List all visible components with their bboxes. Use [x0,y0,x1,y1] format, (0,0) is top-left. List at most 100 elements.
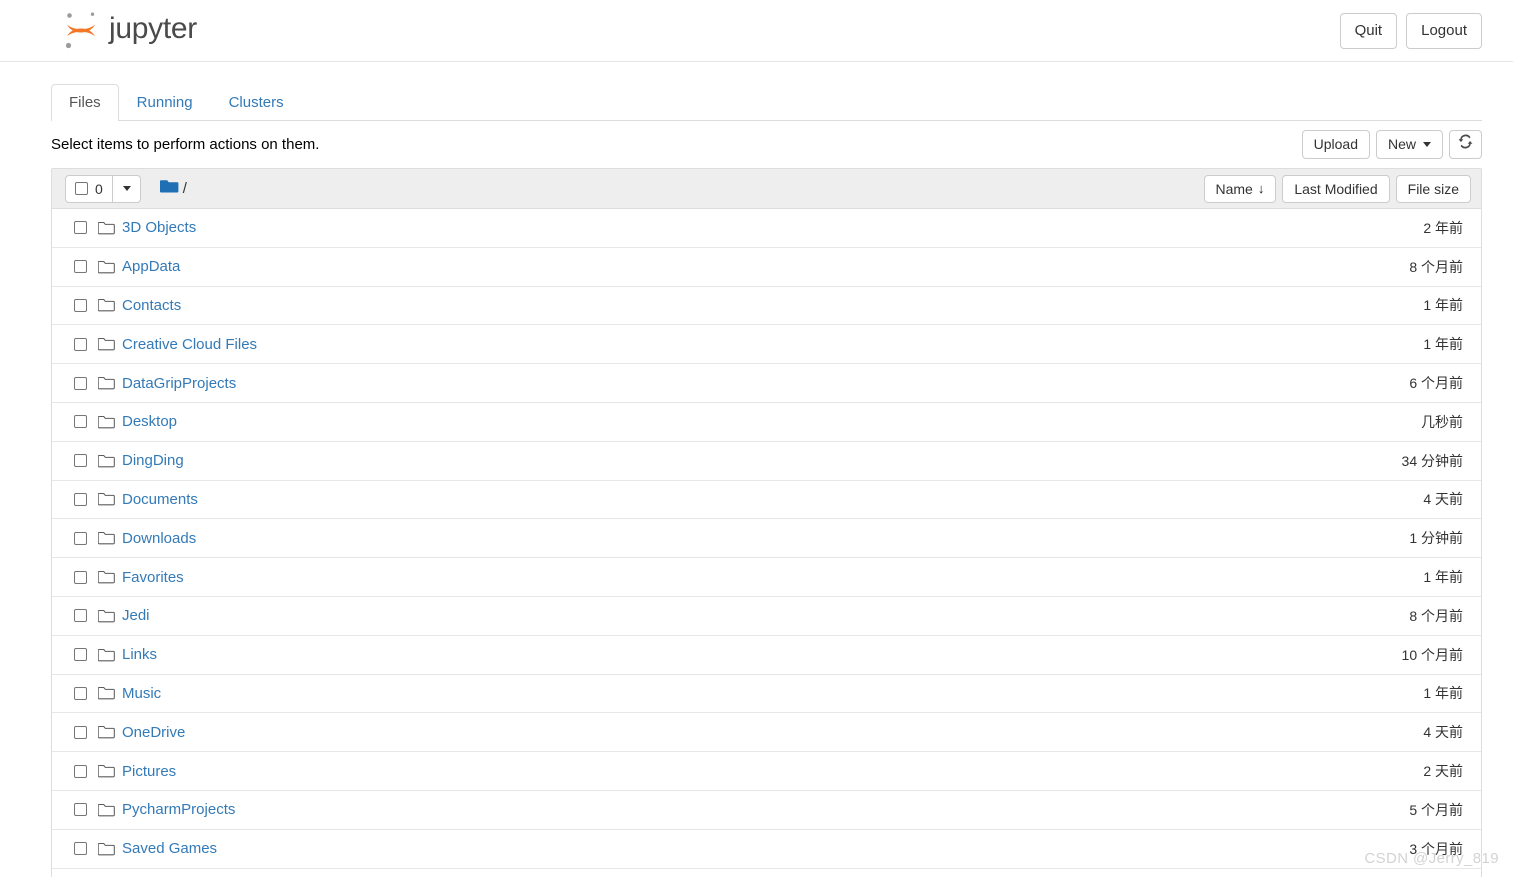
file-name-link[interactable]: DingDing [122,452,184,469]
main-tabs: Files Running Clusters [51,83,1482,121]
table-row[interactable]: DataGripProjects 6 个月前 [52,364,1481,403]
row-checkbox[interactable] [65,686,96,700]
file-name-link[interactable]: Documents [122,491,198,508]
table-row[interactable]: Creative Cloud Files 1 年前 [52,325,1481,365]
toolbar-actions: Upload New [1301,130,1482,159]
selected-count: 0 [95,180,103,197]
table-row[interactable]: Downloads 1 分钟前 [52,519,1481,559]
upload-button-label: Upload [1313,136,1358,152]
table-row[interactable]: AppData 8 个月前 [52,248,1481,287]
file-name-link[interactable]: OneDrive [122,724,185,741]
file-name-link[interactable]: Desktop [122,413,177,430]
file-name-link[interactable]: Downloads [122,530,196,547]
row-checkbox[interactable] [65,764,96,778]
chevron-down-icon [122,186,131,191]
folder-icon [96,686,122,700]
file-name-link[interactable]: Pictures [122,763,176,780]
folder-icon [96,260,122,274]
file-name-link[interactable]: Contacts [122,297,181,314]
table-row[interactable]: Pictures 2 天前 [52,752,1481,791]
folder-icon [96,803,122,817]
file-name-link[interactable]: Jedi [122,607,150,624]
file-name-link[interactable]: AppData [122,258,180,275]
folder-icon [96,415,122,429]
table-row[interactable]: Searches1 年前 [52,869,1481,877]
file-name-link[interactable]: Music [122,685,161,702]
table-row[interactable]: PycharmProjects 5 个月前 [52,791,1481,830]
app-header: jupyter Quit Logout [0,0,1513,62]
checkbox-icon [74,454,87,468]
last-modified: 1 分钟前 [1409,530,1463,547]
sort-by-last-modified-button[interactable]: Last Modified [1282,174,1390,203]
select-all-group: 0 [65,174,141,203]
table-row[interactable]: Saved Games 3 个月前 [52,830,1481,869]
row-checkbox[interactable] [65,609,96,623]
row-checkbox[interactable] [65,492,96,506]
file-name-link[interactable]: Creative Cloud Files [122,336,257,353]
tab-files[interactable]: Files [51,84,119,121]
row-checkbox[interactable] [65,531,96,545]
file-name-link[interactable]: PycharmProjects [122,801,235,818]
new-dropdown-button[interactable]: New [1375,130,1443,159]
selection-instruction: Select items to perform actions on them. [51,136,320,153]
table-row[interactable]: Jedi 8 个月前 [52,597,1481,636]
row-checkbox[interactable] [65,221,96,235]
breadcrumb-root[interactable]: / [183,180,187,197]
file-name-link[interactable]: Links [122,646,157,663]
folder-icon [96,764,122,778]
refresh-icon [1458,131,1473,158]
jupyter-logo[interactable]: jupyter [62,9,197,51]
file-name-link[interactable]: Favorites [122,569,184,586]
row-checkbox[interactable] [65,570,96,584]
last-modified: 4 天前 [1423,724,1463,741]
file-list-header: 0 / Name ↓ Last Modified File size [52,169,1481,209]
upload-button[interactable]: Upload [1301,130,1370,159]
row-checkbox[interactable] [65,454,96,468]
file-name-link[interactable]: Saved Games [122,840,217,857]
sort-by-name-button[interactable]: Name ↓ [1203,174,1277,203]
table-row[interactable]: DingDing 34 分钟前 [52,442,1481,481]
last-modified: 1 年前 [1423,685,1463,702]
jupyter-logo-text: jupyter [109,11,197,45]
row-checkbox[interactable] [65,337,96,351]
last-modified: 1 年前 [1423,569,1463,586]
table-row[interactable]: Desktop 几秒前 [52,403,1481,442]
logout-button[interactable]: Logout [1406,13,1482,49]
table-row[interactable]: Favorites 1 年前 [52,558,1481,597]
row-checkbox[interactable] [65,298,96,312]
table-row[interactable]: Music 1 年前 [52,675,1481,714]
table-row[interactable]: Documents 4 天前 [52,481,1481,520]
table-row[interactable]: OneDrive 4 天前 [52,713,1481,753]
table-row[interactable]: Contacts 1 年前 [52,287,1481,326]
last-modified: 6 个月前 [1409,375,1463,392]
file-name-link[interactable]: DataGripProjects [122,375,236,392]
tab-clusters[interactable]: Clusters [211,84,302,121]
checkbox-icon [74,842,87,856]
file-list: 0 / Name ↓ Last Modified File size 3D Ob… [51,168,1482,877]
row-checkbox[interactable] [65,376,96,390]
refresh-button[interactable] [1449,130,1482,159]
checkbox-icon [74,492,87,506]
folder-icon [96,221,122,235]
folder-filled-icon[interactable] [159,178,179,199]
row-checkbox[interactable] [65,842,96,856]
tab-running[interactable]: Running [119,84,211,121]
quit-button[interactable]: Quit [1339,13,1398,49]
last-modified: 2 年前 [1423,219,1463,236]
row-checkbox[interactable] [65,725,96,739]
checkbox-icon [74,648,87,662]
folder-icon [96,648,122,662]
row-checkbox[interactable] [65,803,96,817]
checkbox-icon [75,182,88,195]
select-options-dropdown[interactable] [113,176,140,202]
row-checkbox[interactable] [65,260,96,274]
sort-by-file-size-button[interactable]: File size [1395,174,1471,203]
table-row[interactable]: Links 10 个月前 [52,636,1481,675]
last-modified: 8 个月前 [1409,258,1463,275]
table-row[interactable]: 3D Objects 2 年前 [52,209,1481,248]
row-checkbox[interactable] [65,415,96,429]
row-checkbox[interactable] [65,648,96,662]
file-name-link[interactable]: 3D Objects [122,219,196,236]
chevron-down-icon [1423,142,1431,147]
select-all-checkbox[interactable]: 0 [66,175,113,202]
